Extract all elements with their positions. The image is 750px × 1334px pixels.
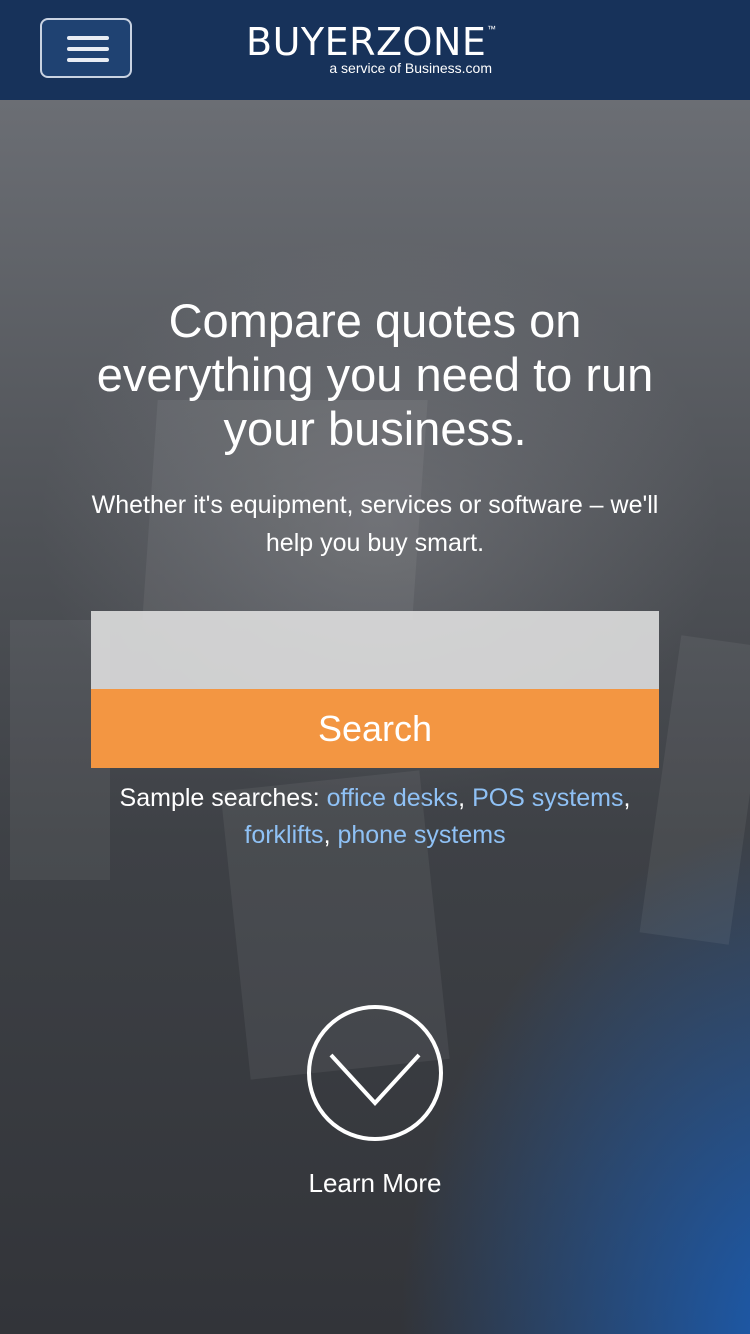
logo[interactable]: BUYERZONE ™ a service of Business.com <box>246 20 496 80</box>
logo-text: BUYERZONE <box>246 20 487 64</box>
sample-link-forklifts[interactable]: forklifts <box>244 821 323 849</box>
search-button[interactable]: Search <box>91 689 659 768</box>
separator: , <box>623 784 631 812</box>
hero-subheadline: Whether it's equipment, services or soft… <box>91 491 659 557</box>
sample-link-phone-systems[interactable]: phone systems <box>337 821 505 849</box>
sample-searches: Sample searches: office desks, POS syste… <box>60 780 690 854</box>
search-input[interactable] <box>91 611 659 689</box>
chevron-down-circle-icon <box>329 1053 421 1106</box>
sample-searches-label: Sample searches: <box>119 784 327 812</box>
page: BUYERZONE ™ a service of Business.com Co… <box>0 0 750 1334</box>
separator: , <box>458 784 473 812</box>
learn-more-button[interactable] <box>307 1005 443 1141</box>
logo-subtitle: a service of Business.com <box>329 60 492 76</box>
learn-more-label[interactable]: Learn More <box>275 1166 475 1200</box>
menu-button[interactable] <box>40 18 132 78</box>
sample-link-pos-systems[interactable]: POS systems <box>472 784 623 812</box>
hero-headline: Compare quotes on everything you need to… <box>96 294 654 455</box>
sample-link-office-desks[interactable]: office desks <box>327 784 459 812</box>
top-navbar: BUYERZONE ™ a service of Business.com <box>0 0 750 100</box>
separator: , <box>323 821 338 849</box>
logo-trademark: ™ <box>487 24 496 34</box>
